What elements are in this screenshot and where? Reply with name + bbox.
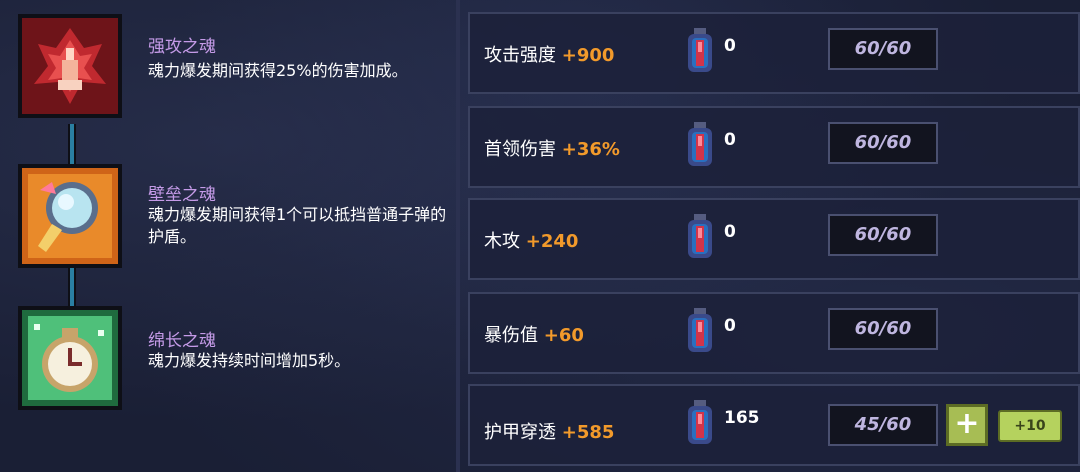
clock-soul-icon: [18, 306, 122, 410]
soul-item-strong-attack[interactable]: 强攻之魂 魂力爆发期间获得25%的伤害加成。: [0, 14, 456, 134]
potion-count: 0: [724, 222, 736, 242]
upgrade-plus-button[interactable]: +: [946, 404, 988, 446]
soul-description: 魂力爆发期间获得1个可以抵挡普通子弹的护盾。: [148, 205, 447, 246]
stat-row-crit-damage: 暴伤值 +60 0 60/60: [468, 292, 1080, 374]
panel-divider: [456, 0, 460, 472]
level-progress: 60/60: [828, 122, 938, 164]
stat-name: 攻击强度: [484, 45, 556, 66]
soul-item-bulwark[interactable]: 壁垒之魂 魂力爆发期间获得1个可以抵挡普通子弹的护盾。: [0, 164, 456, 284]
potion-icon: [684, 308, 716, 354]
potion-count: 0: [724, 316, 736, 336]
level-progress: 60/60: [828, 28, 938, 70]
potion-count: 0: [724, 36, 736, 56]
soul-item-lasting[interactable]: 绵长之魂 魂力爆发持续时间增加5秒。: [0, 306, 456, 426]
soul-title: 强攻之魂: [148, 37, 216, 57]
stat-label: 木攻 +240: [484, 227, 578, 253]
soul-list: 强攻之魂 魂力爆发期间获得25%的伤害加成。 壁垒之魂 魂力爆发期间获得1个可以…: [0, 0, 456, 472]
soul-description: 魂力爆发持续时间增加5秒。: [148, 351, 351, 370]
stat-name: 暴伤值: [484, 325, 538, 346]
stat-list: 攻击强度 +900 0 60/60 首领伤害 +36% 0 60/60 木攻 +…: [468, 0, 1080, 472]
stat-name: 首领伤害: [484, 139, 556, 160]
level-progress: 60/60: [828, 308, 938, 350]
stat-bonus: +900: [561, 45, 615, 66]
soul-title: 绵长之魂: [148, 331, 216, 351]
shield-soul-icon: [18, 164, 122, 268]
stat-name: 护甲穿透: [484, 422, 556, 443]
stat-label: 护甲穿透 +585: [484, 418, 614, 444]
stat-bonus: +240: [525, 231, 579, 252]
level-progress: 45/60: [828, 404, 938, 446]
stat-label: 首领伤害 +36%: [484, 135, 620, 161]
stat-label: 暴伤值 +60: [484, 321, 584, 347]
soul-description: 魂力爆发期间获得25%的伤害加成。: [148, 61, 408, 80]
potion-count: 0: [724, 130, 736, 150]
red-flower-soul-icon: [18, 14, 122, 118]
stat-name: 木攻: [484, 231, 520, 252]
upgrade-plus10-button[interactable]: +10: [998, 410, 1062, 442]
stat-bonus: +60: [543, 325, 584, 346]
soul-title: 壁垒之魂: [148, 185, 216, 205]
stat-bonus: +36%: [561, 139, 620, 160]
potion-icon: [684, 214, 716, 260]
level-progress: 60/60: [828, 214, 938, 256]
stat-row-armor-pierce: 护甲穿透 +585 165 45/60 + +10: [468, 384, 1080, 466]
stat-row-wood-attack: 木攻 +240 0 60/60: [468, 198, 1080, 280]
stat-row-boss-damage: 首领伤害 +36% 0 60/60: [468, 106, 1080, 188]
potion-icon: [684, 122, 716, 168]
potion-count: 165: [724, 408, 760, 428]
stat-row-attack: 攻击强度 +900 0 60/60: [468, 12, 1080, 94]
potion-icon: [684, 400, 716, 446]
stat-bonus: +585: [561, 422, 615, 443]
potion-icon: [684, 28, 716, 74]
stat-label: 攻击强度 +900: [484, 41, 614, 67]
